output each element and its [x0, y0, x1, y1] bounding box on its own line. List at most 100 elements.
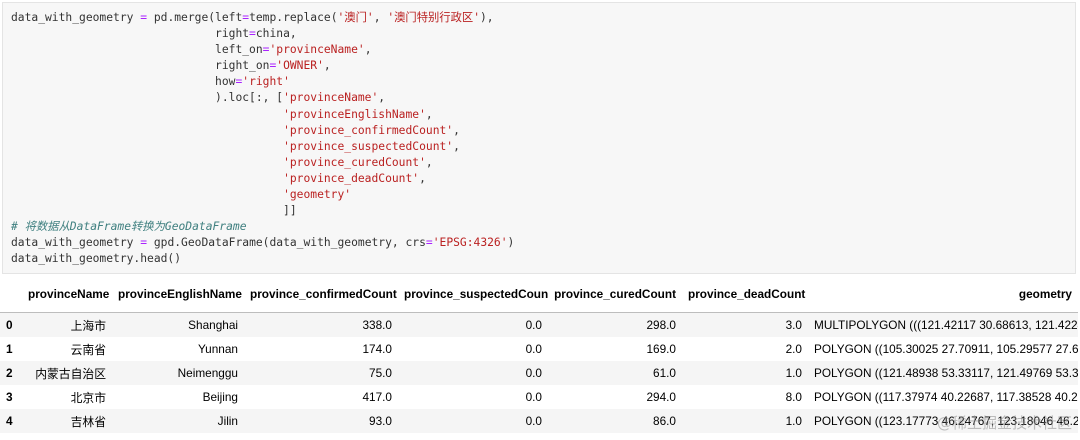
code-token: 'provinceName' [283, 91, 379, 105]
table-header-row: provinceName provinceEnglishName province_… [0, 276, 1078, 313]
code-line: data_with_geometry = pd.merge(left=temp.… [11, 10, 1067, 26]
code-token: 'EPSG:4326' [432, 236, 508, 250]
code-token: , [323, 59, 331, 73]
code-token: ]] [11, 204, 297, 218]
code-token: ) [507, 236, 515, 250]
table-cell: Beijing [202, 390, 238, 404]
table-cell: 75.0 [369, 366, 392, 380]
table-cell: 0.0 [525, 342, 542, 356]
column-header: provinceEnglishName [112, 276, 244, 313]
code-line: 'provinceEnglishName', [11, 107, 1067, 123]
index-header [0, 276, 22, 313]
code-token: data_with_geometry.head() [11, 252, 182, 266]
code-token: right [11, 27, 250, 41]
code-token: , [425, 155, 433, 169]
code-token: 'right' [242, 75, 290, 89]
table-cell: POLYGON ((117.37974 40.22687, 117.38528 … [814, 390, 1078, 404]
table-cell: 0.0 [525, 390, 542, 404]
code-token: 'OWNER' [276, 59, 324, 73]
code-token: 'province_deadCount' [283, 171, 420, 185]
code-line: 'province_confirmedCount', [11, 123, 1067, 139]
table-cell: 0.0 [525, 318, 542, 332]
table-cell: 338.0 [362, 318, 392, 332]
table-cell: 3.0 [785, 318, 802, 332]
column-header: provinceName [22, 276, 112, 313]
column-header: province_curedCount [548, 276, 682, 313]
code-line: right_on='OWNER', [11, 58, 1067, 74]
table-cell: 174.0 [362, 342, 392, 356]
column-header: geometry [808, 276, 1078, 313]
dataframe-table: provinceName provinceEnglishName province_… [0, 276, 1078, 433]
code-token: , [453, 123, 460, 137]
column-header: province_deadCount [682, 276, 808, 313]
column-header: province_confirmedCount [244, 276, 398, 313]
code-token: china, [255, 27, 297, 41]
code-token: , [453, 139, 460, 153]
table-cell: POLYGON ((121.48938 53.33117, 121.49769 … [814, 366, 1078, 380]
code-line: ]] [11, 203, 1067, 219]
code-token: , [364, 43, 372, 57]
code-token: temp.replace( [249, 11, 338, 24]
code-editor[interactable]: data_with_geometry = pd.merge(left = temp.… [3, 3, 1075, 275]
code-token: # 将数据从DataFrame转换为GeoDataFrame [11, 220, 247, 234]
column-header: province_suspectedCount [398, 276, 548, 313]
table-body: 0 上海市 Shanghai 338.0 0.0 298.0 3.0 MULTIPOLYGON… [0, 312, 1078, 433]
code-token: right_on [11, 59, 270, 73]
table-cell: 0.0 [525, 414, 542, 428]
table-cell: 2.0 [785, 342, 802, 356]
table-cell: 1.0 [785, 414, 802, 428]
table-cell: 294.0 [646, 390, 676, 404]
code-token: , [419, 171, 426, 185]
table-cell: POLYGON ((105.30025 27.70911, 105.29577 … [814, 342, 1078, 356]
row-index: 2 [6, 366, 13, 380]
code-line: 'province_deadCount', [11, 171, 1067, 187]
code-token: '澳门特别行政区' [387, 11, 480, 24]
code-line: how='right' [11, 74, 1067, 90]
row-index: 1 [6, 342, 13, 356]
table-cell: 0.0 [525, 366, 542, 380]
table-row: 0 上海市 Shanghai 338.0 0.0 298.0 3.0 MULTIPOLYGON… [0, 312, 1078, 337]
code-token: 'provinceEnglishName' [283, 107, 426, 121]
code-token: how [11, 75, 236, 89]
table-row: 4 吉林省 Jilin 93.0 0.0 86.0 1.0 POLYGON ((123.177… [0, 409, 1078, 433]
code-line: data_with_geometry = gpd.GeoDataFrame(da… [11, 235, 1067, 251]
code-token: , [425, 107, 433, 121]
table-cell: Jilin [217, 414, 238, 428]
code-line: # 将数据从DataFrame转换为GeoDataFrame [11, 219, 1067, 235]
code-token: data_with_geometry [11, 11, 141, 24]
code-token: gpd.GeoDataFrame(data_with_geometry, crs [147, 236, 426, 250]
row-index: 0 [6, 318, 13, 332]
table-cell: 417.0 [362, 390, 392, 404]
table-cell: 8.0 [785, 390, 802, 404]
code-cell[interactable]: data_with_geometry = pd.merge(left = temp.… [2, 2, 1076, 274]
table-cell: 61.0 [653, 366, 676, 380]
code-token: left_on [11, 43, 263, 57]
table-row: 2 内蒙古自治区 Neimenggu 75.0 0.0 61.0 1.0 POLYGON ((… [0, 361, 1078, 385]
code-line: 'province_curedCount', [11, 155, 1067, 171]
table-cell: Yunnan [197, 342, 238, 356]
table-cell: 上海市 [70, 318, 106, 333]
table-cell: Neimenggu [177, 366, 238, 380]
table-cell: 云南省 [70, 342, 106, 357]
code-token: = [249, 27, 256, 41]
table-cell: 北京市 [70, 390, 106, 405]
code-token: '澳门' [337, 11, 374, 24]
code-token: pd.merge(left [147, 11, 243, 24]
row-index: 4 [6, 414, 13, 428]
table-cell: 吉林省 [70, 414, 106, 429]
code-token: 'geometry' [283, 188, 352, 202]
code-token: data_with_geometry [11, 236, 141, 250]
code-token: 'province_confirmedCount' [283, 123, 454, 137]
code-token: = [425, 236, 433, 250]
table-row: 1 云南省 Yunnan 174.0 0.0 169.0 2.0 POLYGON ((105.… [0, 337, 1078, 361]
code-line: 'province_suspectedCount', [11, 139, 1067, 155]
code-line: 'geometry' [11, 187, 1067, 203]
table-row: 3 北京市 Beijing 417.0 0.0 294.0 8.0 POLYGON ((117… [0, 385, 1078, 409]
code-token: ).loc[:, [ [11, 91, 284, 105]
row-index: 3 [6, 390, 13, 404]
